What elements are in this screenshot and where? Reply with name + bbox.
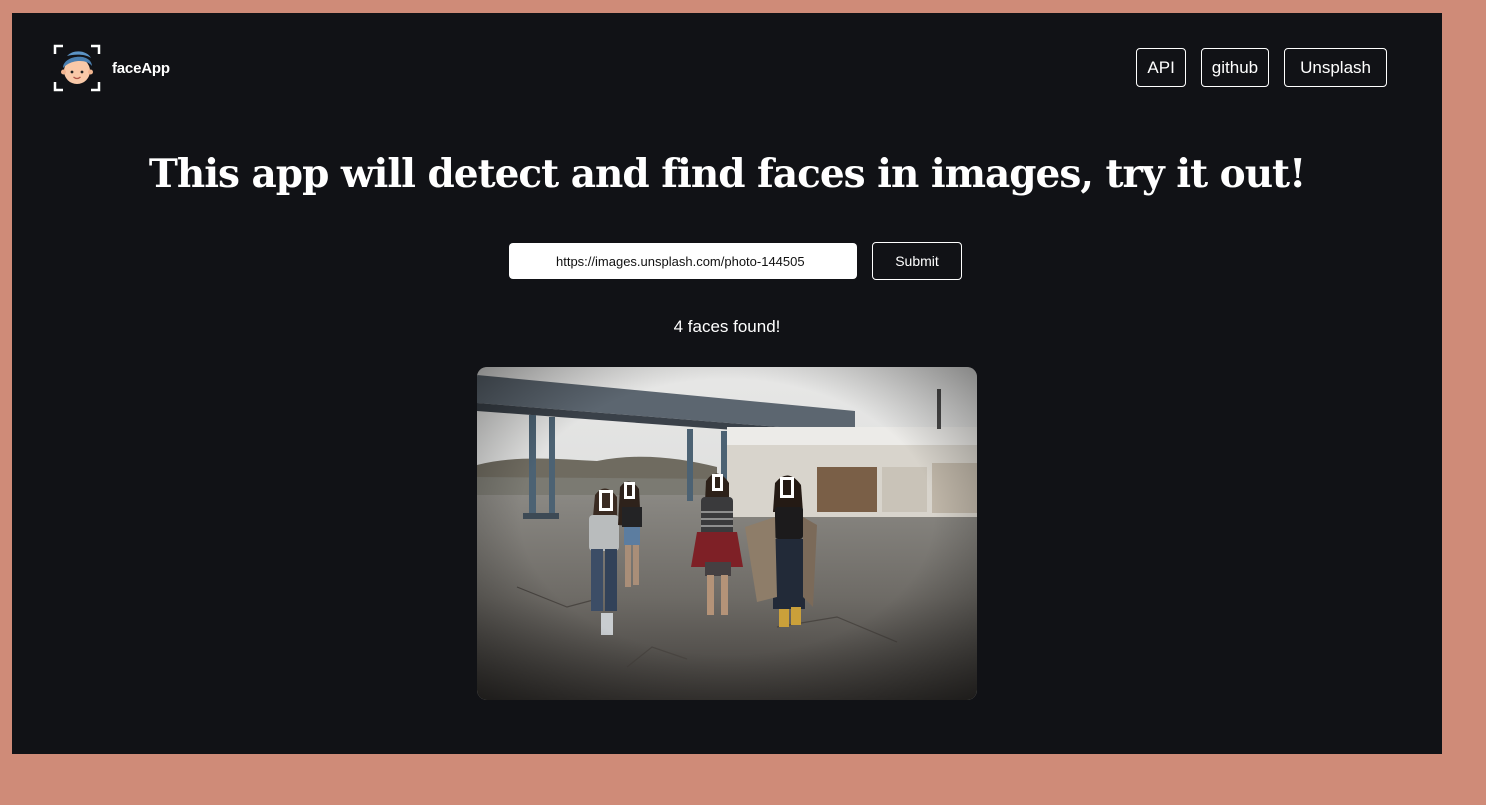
brand-logo[interactable]: faceApp bbox=[53, 44, 170, 92]
unsplash-link[interactable]: Unsplash bbox=[1284, 48, 1387, 87]
face-detection-box bbox=[624, 482, 635, 499]
top-nav: API github Unsplash bbox=[1136, 48, 1387, 87]
face-detection-box bbox=[780, 477, 794, 498]
image-url-input[interactable] bbox=[509, 243, 857, 279]
app-frame: faceApp API github Unsplash This app wil… bbox=[12, 13, 1442, 754]
github-link[interactable]: github bbox=[1200, 48, 1270, 87]
faces-found-text: 4 faces found! bbox=[673, 317, 781, 336]
page-headline: This app will detect and find faces in i… bbox=[148, 151, 1306, 197]
face-detection-box bbox=[712, 474, 723, 491]
analyzed-photo bbox=[477, 367, 977, 700]
face-scan-icon bbox=[53, 44, 101, 92]
face-detection-box bbox=[599, 490, 613, 511]
api-link[interactable]: API bbox=[1136, 48, 1186, 87]
brand-name: faceApp bbox=[112, 59, 170, 77]
photo-illustration bbox=[477, 367, 977, 700]
submit-button[interactable]: Submit bbox=[872, 242, 962, 280]
